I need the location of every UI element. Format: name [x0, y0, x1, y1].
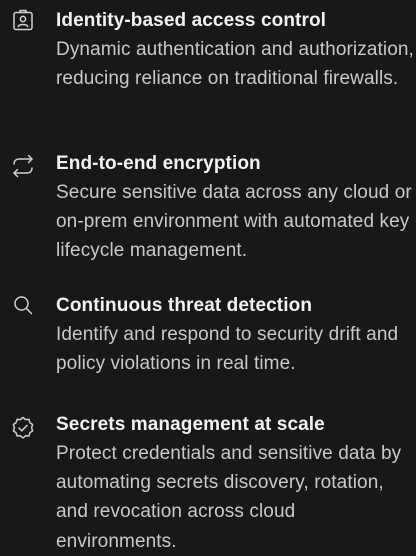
sync-arrows-icon — [10, 153, 36, 179]
feature-title: Continuous threat detection — [56, 295, 313, 316]
feature-title: Identity-based access control — [56, 10, 327, 31]
feature-title: Secrets management at scale — [56, 414, 325, 435]
feature-title: End-to-end encryption — [56, 153, 261, 174]
feature-description: Protect credentials and sensitive data b… — [56, 443, 402, 552]
search-icon — [10, 292, 36, 318]
verified-check-icon — [10, 415, 36, 441]
id-badge-icon — [10, 8, 36, 34]
feature-description: Identify and respond to security drift a… — [56, 324, 399, 375]
feature-description: Dynamic authentication and authorization… — [56, 39, 414, 90]
feature-description: Secure sensitive data across any cloud o… — [56, 182, 412, 262]
